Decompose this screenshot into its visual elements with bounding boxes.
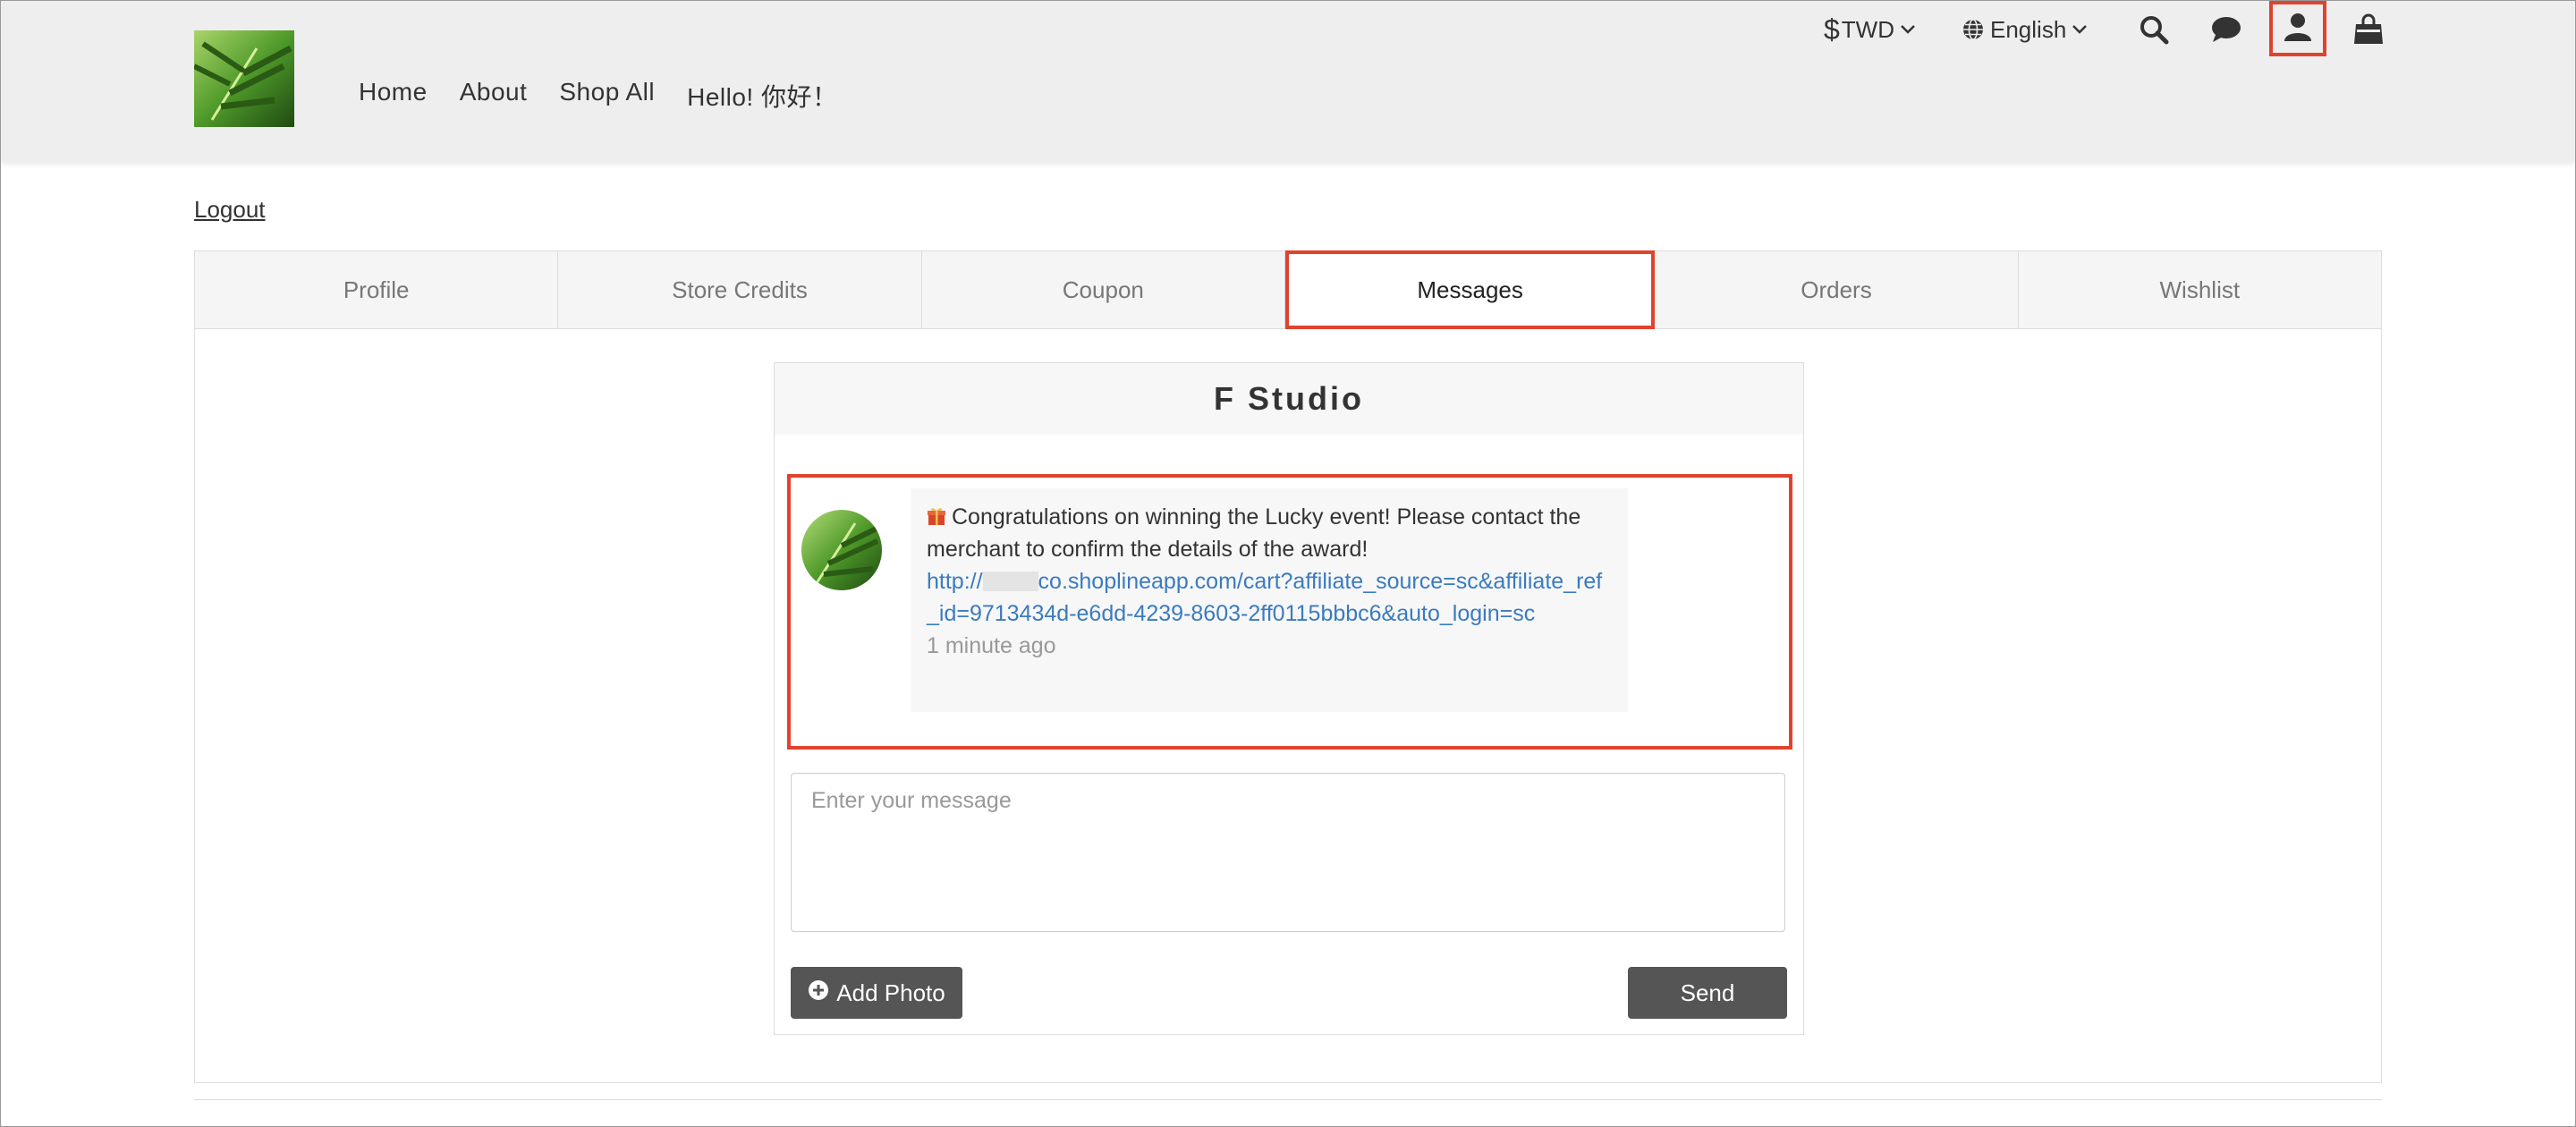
message-item: Congratulations on winning the Lucky eve… [787, 474, 1792, 750]
tab-coupon[interactable]: Coupon [922, 251, 1285, 328]
chevron-down-icon [2072, 24, 2088, 35]
nav-shop-all-link[interactable]: Shop All [559, 78, 655, 114]
tab-wishlist[interactable]: Wishlist [2019, 251, 2381, 328]
chat-title: F Studio [775, 363, 1803, 435]
language-label: English [1990, 15, 2067, 43]
gift-icon [927, 503, 946, 525]
divider [194, 1099, 2382, 1100]
tab-store-credits[interactable]: Store Credits [558, 251, 922, 328]
search-button[interactable] [2139, 10, 2169, 49]
message-bubble: Congratulations on winning the Lucky eve… [911, 488, 1628, 712]
logout-link[interactable]: Logout [194, 196, 266, 224]
merchant-avatar [801, 510, 882, 590]
message-input[interactable] [791, 773, 1785, 932]
language-selector[interactable]: English [1962, 10, 2088, 49]
cart-button[interactable] [2353, 10, 2384, 49]
chevron-down-icon [1900, 24, 1916, 35]
shopping-bag-icon [2353, 13, 2384, 46]
tab-orders[interactable]: Orders [1655, 251, 2019, 328]
account-tabs: Profile Store Credits Coupon Messages Or… [194, 250, 2382, 329]
redacted-block [982, 572, 1038, 591]
chat-icon [2210, 15, 2242, 44]
store-logo[interactable] [194, 30, 294, 127]
tab-profile[interactable]: Profile [195, 251, 559, 328]
nav-home-link[interactable]: Home [359, 78, 428, 114]
message-link[interactable]: http://co.shoplineapp.com/cart?affiliate… [927, 569, 1602, 626]
currency-label: TWD [1841, 15, 1894, 43]
main-nav: Home About Shop All Hello! 你好！ [359, 78, 870, 114]
chat-button[interactable] [2210, 10, 2242, 49]
site-header: Home About Shop All Hello! 你好！ $ TWD Eng… [1, 1, 2575, 162]
plus-circle-icon [808, 979, 829, 1007]
message-text: Congratulations on winning the Lucky eve… [927, 504, 1581, 562]
globe-icon [1962, 18, 1985, 41]
tab-messages[interactable]: Messages [1284, 250, 1656, 329]
nav-about-link[interactable]: About [460, 78, 528, 114]
nav-hello-link[interactable]: Hello! 你好！ [687, 78, 837, 114]
add-photo-button[interactable]: Add Photo [791, 967, 962, 1019]
message-timestamp: 1 minute ago [927, 633, 1056, 658]
message-link-prefix: http:// [927, 569, 983, 594]
send-button[interactable]: Send [1628, 967, 1787, 1019]
account-button[interactable] [2269, 1, 2326, 56]
currency-selector[interactable]: $ TWD [1824, 10, 1916, 49]
chat-window: F Studio Congratulations on winning the … [774, 362, 1804, 1035]
add-photo-label: Add Photo [836, 979, 945, 1006]
page: Home About Shop All Hello! 你好！ $ TWD Eng… [0, 0, 2576, 1127]
search-icon [2139, 14, 2169, 45]
currency-symbol: $ [1824, 13, 1840, 46]
user-icon [2283, 12, 2313, 47]
